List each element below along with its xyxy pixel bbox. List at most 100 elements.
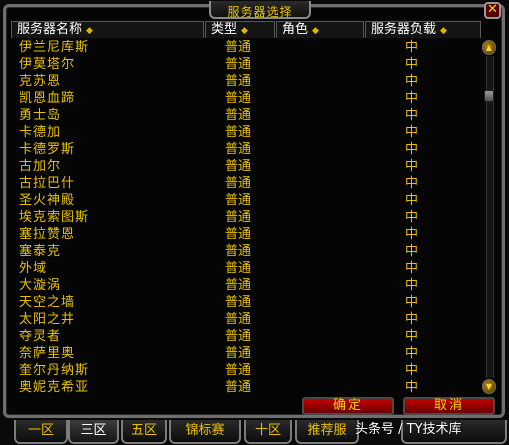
server-type: 普通: [225, 295, 252, 310]
server-name: 凯恩血蹄: [19, 91, 76, 106]
scrollbar-thumb[interactable]: [484, 90, 494, 102]
server-name: 奥妮克希亚: [19, 380, 90, 395]
server-row[interactable]: 夺灵者 普通 中: [11, 328, 481, 345]
server-row[interactable]: 卡德罗斯 普通 中: [11, 141, 481, 158]
tab-region-10[interactable]: 十区: [244, 420, 292, 444]
server-row[interactable]: 外域 普通 中: [11, 260, 481, 277]
server-name: 伊兰尼库斯: [19, 40, 90, 55]
server-name: 圣火神殿: [19, 193, 76, 208]
server-name: 塞泰克: [19, 244, 62, 259]
server-type: 普通: [225, 57, 252, 72]
tab-region-5[interactable]: 五区: [121, 420, 167, 444]
header-server-name-label: 服务器名称: [17, 22, 83, 37]
sort-arrow-icon: ◆: [312, 26, 319, 36]
close-button[interactable]: ✕: [484, 2, 501, 19]
server-row[interactable]: 大漩涡 普通 中: [11, 277, 481, 294]
server-row[interactable]: 太阳之井 普通 中: [11, 311, 481, 328]
scroll-down-icon: ▼: [485, 382, 493, 391]
server-row[interactable]: 古加尔 普通 中: [11, 158, 481, 175]
server-row[interactable]: 卡德加 普通 中: [11, 124, 481, 141]
server-load: 中: [405, 159, 419, 174]
server-row[interactable]: 塞泰克 普通 中: [11, 243, 481, 260]
server-name: 奈萨里奥: [19, 346, 76, 361]
server-load: 中: [405, 295, 419, 310]
server-row[interactable]: 奥妮克希亚 普通 中: [11, 379, 481, 395]
scroll-down-button[interactable]: ▼: [482, 379, 496, 394]
server-row[interactable]: 古拉巴什 普通 中: [11, 175, 481, 192]
server-type: 普通: [225, 244, 252, 259]
tab-region-1[interactable]: 一区: [14, 420, 68, 444]
scrollbar-track[interactable]: [486, 56, 494, 378]
server-row[interactable]: 圣火神殿 普通 中: [11, 192, 481, 209]
server-row[interactable]: 奈萨里奥 普通 中: [11, 345, 481, 362]
server-row[interactable]: 伊兰尼库斯 普通 中: [11, 39, 481, 56]
title-plate: 服务器选择: [209, 1, 311, 19]
server-load: 中: [405, 57, 419, 72]
server-row[interactable]: 伊莫塔尔 普通 中: [11, 56, 481, 73]
server-row[interactable]: 塞拉赞恩 普通 中: [11, 226, 481, 243]
scroll-up-icon: ▲: [485, 43, 493, 52]
sort-arrow-icon: ◆: [241, 26, 248, 36]
server-load: 中: [405, 312, 419, 327]
server-type: 普通: [225, 125, 252, 140]
server-load: 中: [405, 193, 419, 208]
server-row[interactable]: 奎尔丹纳斯 普通 中: [11, 362, 481, 379]
server-select-window: 服务器选择 ✕ 服务器名称 ◆ 类型 ◆ 角色 ◆ 服务器负载 ◆ 伊兰尼库斯 普通中伊莫…: [0, 0, 509, 445]
header-type-label: 类型: [211, 22, 238, 37]
server-type: 普通: [225, 261, 252, 276]
server-load: 中: [405, 108, 419, 123]
server-load: 中: [405, 91, 419, 106]
server-load: 中: [405, 176, 419, 191]
server-name: 奎尔丹纳斯: [19, 363, 90, 378]
window-title: 服务器选择: [227, 5, 293, 19]
server-name: 古拉巴什: [19, 176, 76, 191]
server-row[interactable]: 凯恩血蹄 普通 中: [11, 90, 481, 107]
server-load: 中: [405, 142, 419, 157]
server-name: 天空之墙: [19, 295, 76, 310]
server-type: 普通: [225, 40, 252, 55]
scrollbar[interactable]: ▲ ▼: [482, 38, 496, 394]
sort-arrow-icon: ◆: [86, 26, 93, 36]
server-name: 夺灵者: [19, 329, 62, 344]
header-role[interactable]: 角色 ◆: [276, 21, 364, 38]
server-name: 外域: [19, 261, 48, 276]
server-load: 中: [405, 346, 419, 361]
tab-region-3[interactable]: 三区: [68, 420, 119, 444]
server-list: 伊兰尼库斯 普通中伊莫塔尔 普通中克苏恩 普通中凯恩血蹄 普通中勇士岛 普通中卡德加 普通中…: [11, 39, 481, 395]
server-load: 中: [405, 74, 419, 89]
server-name: 塞拉赞恩: [19, 227, 76, 242]
scroll-up-button[interactable]: ▲: [482, 40, 496, 55]
server-load: 中: [405, 380, 419, 395]
server-row[interactable]: 天空之墙 普通 中: [11, 294, 481, 311]
ok-button[interactable]: 确定: [302, 397, 394, 415]
server-load: 中: [405, 363, 419, 378]
server-type: 普通: [225, 278, 252, 293]
server-type: 普通: [225, 176, 252, 191]
server-type: 普通: [225, 74, 252, 89]
server-type: 普通: [225, 210, 252, 225]
header-load[interactable]: 服务器负载 ◆: [365, 21, 481, 38]
tab-recommended[interactable]: 推荐服: [295, 420, 359, 444]
server-load: 中: [405, 244, 419, 259]
server-type: 普通: [225, 312, 252, 327]
server-type: 普通: [225, 329, 252, 344]
server-type: 普通: [225, 227, 252, 242]
header-load-label: 服务器负载: [371, 22, 437, 37]
server-row[interactable]: 克苏恩 普通 中: [11, 73, 481, 90]
header-server-name[interactable]: 服务器名称 ◆: [11, 21, 204, 38]
server-type: 普通: [225, 142, 252, 157]
cancel-button[interactable]: 取消: [403, 397, 495, 415]
header-type[interactable]: 类型 ◆: [205, 21, 275, 38]
server-type: 普通: [225, 159, 252, 174]
server-row[interactable]: 勇士岛 普通 中: [11, 107, 481, 124]
server-name: 卡德加: [19, 125, 62, 140]
server-row[interactable]: 埃克索图斯 普通 中: [11, 209, 481, 226]
server-type: 普通: [225, 108, 252, 123]
server-load: 中: [405, 329, 419, 344]
server-name: 太阳之井: [19, 312, 76, 327]
server-name: 埃克索图斯: [19, 210, 90, 225]
server-type: 普通: [225, 363, 252, 378]
server-load: 中: [405, 261, 419, 276]
tab-tournament[interactable]: 锦标赛: [169, 420, 241, 444]
server-load: 中: [405, 210, 419, 225]
